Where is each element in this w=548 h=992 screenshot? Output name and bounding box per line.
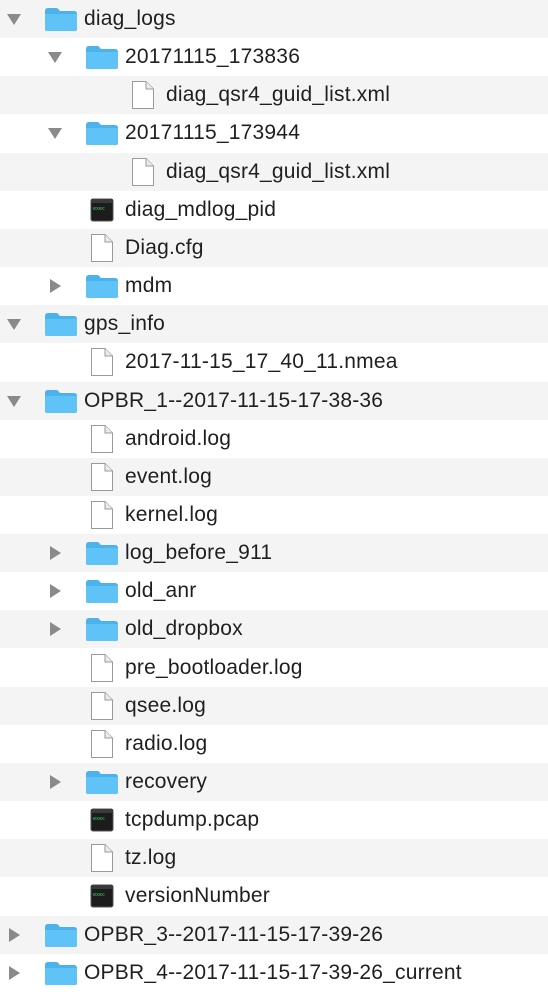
tree-row[interactable]: Diag.cfg bbox=[0, 228, 548, 267]
item-name: gps_info bbox=[84, 312, 165, 336]
tree-row[interactable]: OPBR_3--2017-11-15-17-39-26 bbox=[0, 915, 548, 954]
folder-icon bbox=[44, 382, 78, 420]
document-icon bbox=[85, 229, 119, 267]
item-name: Diag.cfg bbox=[125, 235, 204, 259]
folder-icon bbox=[44, 305, 78, 343]
item-name: OPBR_1--2017-11-15-17-38-36 bbox=[84, 388, 384, 412]
tree-row[interactable]: exec diag_mdlog_pid bbox=[0, 191, 548, 229]
folder-icon bbox=[85, 610, 119, 648]
disclosure-collapsed-icon[interactable] bbox=[2, 916, 26, 954]
document-icon bbox=[126, 153, 160, 191]
item-name: event.log bbox=[125, 464, 213, 488]
item-name: 20171115_173836 bbox=[125, 45, 301, 69]
tree-row[interactable]: OPBR_1--2017-11-15-17-38-36 bbox=[0, 381, 548, 420]
disclosure-collapsed-icon[interactable] bbox=[43, 572, 67, 610]
tree-row[interactable]: diag_qsr4_guid_list.xml bbox=[0, 76, 548, 115]
item-name: OPBR_3--2017-11-15-17-39-26 bbox=[84, 922, 384, 946]
tree-row[interactable]: 20171115_173944 bbox=[0, 114, 548, 152]
item-name: android.log bbox=[125, 426, 232, 450]
tree-row[interactable]: OPBR_4--2017-11-15-17-39-26_current bbox=[0, 954, 548, 992]
item-name: OPBR_4--2017-11-15-17-39-26_current bbox=[84, 960, 462, 984]
folder-icon bbox=[44, 0, 78, 38]
item-name: mdm bbox=[125, 274, 173, 298]
item-name: diag_logs bbox=[84, 7, 176, 30]
item-name: tz.log bbox=[125, 846, 177, 870]
item-name: versionNumber bbox=[125, 884, 270, 908]
tree-row[interactable]: kernel.log bbox=[0, 496, 548, 534]
item-name: qsee.log bbox=[125, 693, 206, 717]
svg-text:exec: exec bbox=[93, 892, 105, 898]
disclosure-expanded-icon[interactable] bbox=[43, 114, 67, 152]
item-name: diag_qsr4_guid_list.xml bbox=[166, 83, 391, 107]
item-name: 20171115_173944 bbox=[125, 121, 301, 145]
tree-row[interactable]: log_before_911 bbox=[0, 534, 548, 573]
item-name: log_before_911 bbox=[125, 541, 273, 565]
folder-icon bbox=[85, 267, 119, 305]
folder-icon bbox=[85, 114, 119, 152]
tree-row[interactable]: qsee.log bbox=[0, 686, 548, 725]
document-icon bbox=[126, 76, 160, 114]
document-icon bbox=[85, 725, 119, 763]
disclosure-collapsed-icon[interactable] bbox=[43, 267, 67, 305]
tree-row[interactable]: old_anr bbox=[0, 572, 548, 610]
disclosure-collapsed-icon[interactable] bbox=[43, 610, 67, 648]
disclosure-expanded-icon[interactable] bbox=[2, 382, 26, 420]
executable-icon: exec bbox=[85, 191, 119, 229]
tree-row[interactable]: radio.log bbox=[0, 725, 548, 763]
tree-row[interactable]: mdm bbox=[0, 267, 548, 305]
file-tree: diag_logs 20171115_173836 diag_qsr4_guid_l… bbox=[0, 0, 548, 992]
tree-row[interactable]: diag_logs bbox=[0, 0, 548, 38]
item-name: pre_bootloader.log bbox=[125, 655, 303, 679]
document-icon bbox=[85, 649, 119, 687]
document-icon bbox=[85, 839, 119, 877]
tree-row[interactable]: old_dropbox bbox=[0, 610, 548, 649]
disclosure-expanded-icon[interactable] bbox=[2, 305, 26, 343]
svg-text:exec: exec bbox=[93, 816, 105, 822]
item-name: tcpdump.pcap bbox=[125, 808, 260, 832]
tree-row[interactable]: diag_qsr4_guid_list.xml bbox=[0, 152, 548, 191]
executable-icon: exec bbox=[85, 877, 119, 915]
disclosure-collapsed-icon[interactable] bbox=[43, 534, 67, 572]
tree-row[interactable]: 2017-11-15_17_40_11.nmea bbox=[0, 343, 548, 381]
disclosure-collapsed-icon[interactable] bbox=[2, 954, 26, 992]
folder-icon bbox=[44, 954, 78, 992]
document-icon bbox=[85, 687, 119, 725]
item-name: 2017-11-15_17_40_11.nmea bbox=[125, 350, 398, 374]
document-icon bbox=[85, 458, 119, 496]
svg-text:exec: exec bbox=[93, 206, 105, 212]
tree-row[interactable]: android.log bbox=[0, 420, 548, 458]
disclosure-expanded-icon[interactable] bbox=[2, 0, 26, 38]
tree-row[interactable]: exec versionNumber bbox=[0, 877, 548, 915]
item-name: old_anr bbox=[125, 579, 197, 603]
item-name: radio.log bbox=[125, 731, 208, 755]
folder-icon bbox=[85, 572, 119, 610]
item-name: kernel.log bbox=[125, 502, 219, 526]
folder-icon bbox=[85, 763, 119, 801]
folder-icon bbox=[85, 38, 119, 76]
disclosure-expanded-icon[interactable] bbox=[43, 38, 67, 76]
disclosure-collapsed-icon[interactable] bbox=[43, 763, 67, 801]
folder-icon bbox=[85, 534, 119, 572]
tree-row[interactable]: event.log bbox=[0, 457, 548, 496]
executable-icon: exec bbox=[85, 801, 119, 839]
tree-row[interactable]: exec tcpdump.pcap bbox=[0, 801, 548, 839]
tree-row[interactable]: gps_info bbox=[0, 305, 548, 344]
document-icon bbox=[85, 343, 119, 381]
item-name: diag_qsr4_guid_list.xml bbox=[166, 159, 391, 183]
tree-row[interactable]: recovery bbox=[0, 763, 548, 801]
item-name: diag_mdlog_pid bbox=[125, 197, 277, 221]
document-icon bbox=[85, 496, 119, 534]
item-name: old_dropbox bbox=[125, 617, 243, 641]
document-icon bbox=[85, 420, 119, 458]
folder-icon bbox=[44, 916, 78, 954]
tree-row[interactable]: tz.log bbox=[0, 839, 548, 878]
tree-row[interactable]: pre_bootloader.log bbox=[0, 649, 548, 687]
tree-row[interactable]: 20171115_173836 bbox=[0, 38, 548, 76]
item-name: recovery bbox=[125, 770, 208, 793]
